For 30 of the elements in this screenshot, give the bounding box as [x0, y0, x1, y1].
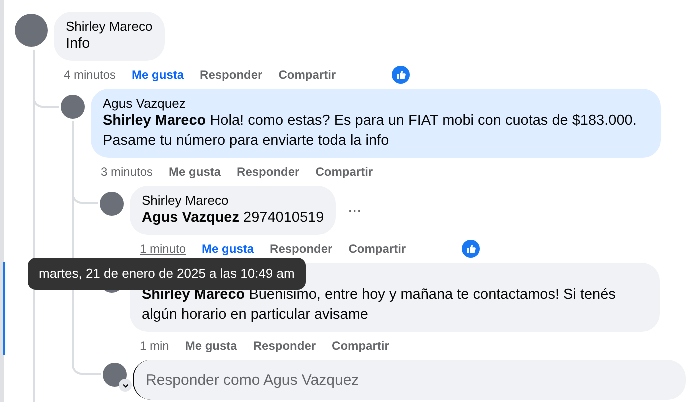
like-link[interactable]: Me gusta [132, 66, 184, 84]
timestamp[interactable]: 4 minutos [64, 66, 116, 84]
like-link[interactable]: Me gusta [169, 163, 222, 181]
timestamp[interactable]: 1 minuto [140, 240, 186, 258]
reply-link[interactable]: Responder [237, 163, 300, 181]
avatar[interactable] [15, 14, 48, 47]
share-link[interactable]: Compartir [278, 66, 336, 84]
comment-author[interactable]: Agus Vazquez [103, 96, 649, 111]
comment-text: Shirley Mareco Hola! como estas? Es para un FIAT mobi con cuotas de $183.000. Pasame tu número para enviarte toda la info [103, 112, 638, 151]
reply-link[interactable]: Responder [270, 240, 333, 258]
more-button[interactable]: ... [348, 200, 362, 222]
share-link[interactable]: Compartir [316, 163, 374, 181]
like-link[interactable]: Me gusta [202, 240, 254, 258]
like-link[interactable]: Me gusta [185, 337, 238, 355]
timestamp[interactable]: 1 min [140, 337, 170, 355]
avatar[interactable] [103, 363, 127, 387]
reply-link[interactable]: Responder [200, 66, 263, 84]
share-link[interactable]: Compartir [348, 240, 406, 258]
reply-link[interactable]: Responder [253, 337, 316, 355]
comment-author[interactable]: Shirley Mareco [66, 19, 153, 34]
chevron-icon[interactable] [119, 379, 132, 392]
reply-field[interactable]: Responder como Agus Vazquez [133, 360, 686, 400]
date-tooltip: martes, 21 de enero de 2025 a las 10:49 am [28, 258, 306, 290]
comment-text: Info [66, 35, 92, 54]
avatar[interactable] [61, 95, 85, 119]
share-link[interactable]: Compartir [332, 337, 390, 355]
avatar[interactable] [100, 192, 124, 216]
comment-author[interactable]: Shirley Mareco [142, 193, 324, 208]
comment-text: Agus Vazquez 2974010519 [142, 209, 324, 228]
timestamp[interactable]: 3 minutos [101, 163, 154, 181]
